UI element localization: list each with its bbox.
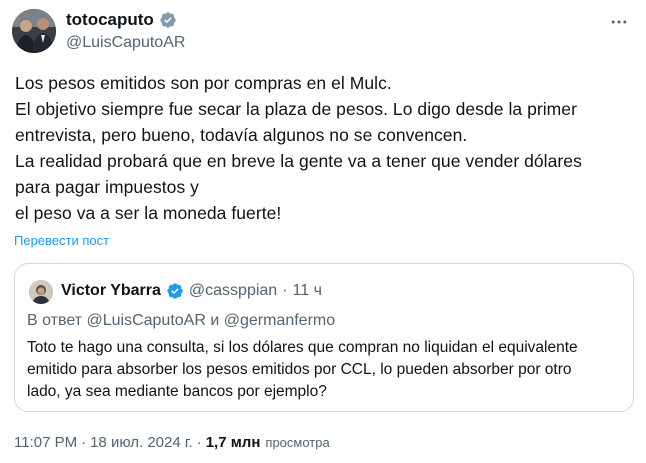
author-handle[interactable]: @LuisCaputoAR — [66, 34, 185, 52]
tweet-meta: 11:07 PM · 18 июл. 2024 г. · 1,7 млн про… — [14, 434, 330, 451]
separator-dot: · — [196, 434, 202, 451]
more-horizontal-icon — [611, 20, 627, 24]
reply-context: В ответ @LuisCaputoAR и @germanfermo — [27, 312, 335, 330]
verified-badge-icon[interactable] — [159, 11, 177, 29]
quoted-text-line: Toto te hago una consulta, si los dólare… — [27, 339, 578, 356]
tweet: totocaputo @LuisCaputoAR Los pesos emiti… — [0, 0, 646, 463]
quoted-text-line: emitido para absorber los pesos emitidos… — [27, 361, 572, 378]
tweet-text-line: Los pesos emitidos son por compras en el… — [15, 73, 392, 93]
tweet-time[interactable]: 11:07 PM — [14, 434, 77, 451]
tweet-text-line: para pagar impuestos y — [15, 177, 199, 197]
quoted-author-avatar[interactable] — [29, 280, 53, 304]
author-name-row: totocaputo — [66, 10, 177, 30]
tweet-text-line: La realidad probará que en breve la gent… — [15, 151, 582, 171]
quoted-author-row: Victor Ybarra @cassppian · 11 ч — [61, 282, 322, 300]
views-count: 1,7 млн — [205, 434, 261, 451]
quoted-display-name[interactable]: Victor Ybarra — [61, 282, 161, 300]
author-avatar[interactable] — [12, 9, 56, 53]
reply-prefix: В ответ — [27, 312, 83, 329]
more-options-button[interactable] — [602, 8, 636, 36]
author-display-name[interactable]: totocaputo — [66, 10, 154, 30]
tweet-date[interactable]: 18 июл. 2024 г. — [90, 434, 193, 451]
quoted-tweet-card[interactable]: Victor Ybarra @cassppian · 11 ч В ответ … — [14, 263, 634, 412]
separator-dot: · — [81, 434, 87, 451]
tweet-text-line: entrevista, pero bueno, todavía algunos … — [15, 125, 468, 145]
tweet-text-line: El objetivo siempre fue secar la plaza d… — [15, 99, 577, 119]
verified-badge-icon[interactable] — [166, 282, 184, 300]
quoted-text-line: lado, ya sea mediante bancos por ejemplo… — [27, 383, 327, 400]
tweet-text: Los pesos emitidos son por compras en el… — [15, 70, 635, 226]
views-label: просмотра — [265, 435, 330, 450]
translate-post-link[interactable]: Перевести пост — [14, 233, 109, 248]
reply-mention[interactable]: @germanfermo — [224, 312, 335, 329]
tweet-text-line: el peso va a ser la moneda fuerte! — [15, 203, 282, 223]
quoted-handle[interactable]: @cassppian — [189, 282, 277, 300]
quoted-timestamp[interactable]: 11 ч — [293, 282, 322, 300]
quoted-tweet-text: Toto te hago una consulta, si los dólare… — [27, 337, 627, 403]
separator-dot: · — [282, 282, 288, 299]
reply-mention[interactable]: @LuisCaputoAR — [86, 312, 205, 329]
reply-conjunction: и — [210, 312, 220, 329]
